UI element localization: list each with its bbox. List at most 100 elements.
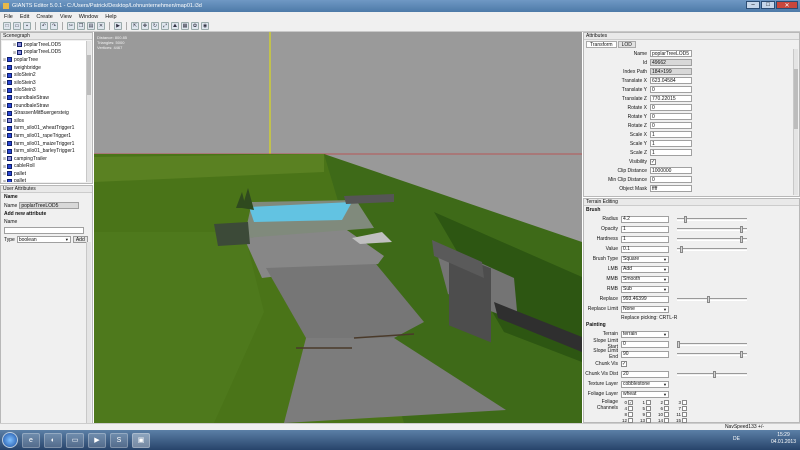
menu-edit[interactable]: Edit (20, 14, 29, 20)
chunk-vis-checkbox[interactable]: ✓ (621, 361, 627, 367)
explorer-folder-icon[interactable]: ▭ (66, 432, 84, 448)
rmb-select[interactable]: Sub ▼ (621, 285, 669, 293)
select-icon[interactable]: ⇱ (131, 22, 139, 30)
start-button-icon[interactable] (2, 432, 18, 448)
scenegraph-item[interactable]: ⊞ StrassenMitBuergersteig (2, 109, 86, 117)
attributes-scrollbar[interactable] (793, 49, 798, 195)
scenegraph-item[interactable]: ⊞ pallet (2, 178, 86, 182)
terrain-paint-icon[interactable]: ▦ (181, 22, 189, 30)
attribute-checkbox[interactable]: ✓ (650, 158, 656, 165)
attribute-value-field[interactable]: poplarTreeLOD5 (650, 50, 692, 57)
attribute-value-field[interactable]: 0 (650, 176, 692, 183)
new-attribute-name-input[interactable] (4, 227, 84, 234)
scrollbar-thumb[interactable] (794, 69, 798, 129)
scenegraph-tree[interactable]: ⊞ poplarTreeLOD5 ⊞ poplarTreeLOD5 ⊞ poplarTre… (2, 41, 86, 182)
scenegraph-item[interactable]: ⊞ siloStein3 (2, 79, 86, 87)
menu-file[interactable]: File (4, 14, 13, 20)
internet-explorer-icon[interactable]: e (22, 432, 40, 448)
foliage-channel-checkbox[interactable] (682, 399, 687, 405)
scenegraph-item[interactable]: ⊞ siloStein3 (2, 87, 86, 95)
menu-create[interactable]: Create (36, 14, 53, 20)
lmb-select[interactable]: Add ▼ (621, 265, 669, 273)
camera-icon[interactable]: ◉ (201, 22, 209, 30)
slider-knob[interactable] (713, 370, 717, 378)
scenegraph-item[interactable]: ⊞ farm_silo01_barleyTrigger1 (2, 147, 86, 155)
attribute-value-field[interactable]: 1 (650, 131, 692, 138)
foliage-channel-checkbox[interactable] (664, 417, 669, 423)
attribute-value-field[interactable]: 0 (650, 86, 692, 93)
menu-help[interactable]: Help (105, 14, 116, 20)
scenegraph-scrollbar[interactable] (86, 41, 91, 182)
foliage-channel-checkbox[interactable] (664, 411, 669, 417)
scenegraph-item[interactable]: ⊞ pallet (2, 170, 86, 178)
scenegraph-item[interactable]: ⊞ weighbridge (2, 64, 86, 72)
foliage-channel-checkbox[interactable] (664, 399, 669, 405)
minimize-icon[interactable]: – (746, 1, 760, 9)
replace-limit-select[interactable]: None ▼ (621, 305, 669, 313)
scenegraph-item[interactable]: ⊞ poplarTreeLOD5 (2, 41, 86, 49)
slider-knob[interactable] (677, 340, 680, 348)
foliage-layer-select[interactable]: wheat ▼ (621, 390, 669, 398)
attribute-value-field[interactable]: 1000000 (650, 167, 692, 174)
foliage-channel-checkbox[interactable] (628, 417, 633, 423)
chunk-vis-dist-slider[interactable] (677, 370, 747, 378)
scenegraph-item[interactable]: ⊞ farm_silo01_rapeTrigger1 (2, 132, 86, 140)
scenegraph-item[interactable]: ⊞ silos (2, 117, 86, 125)
replace-slider[interactable] (677, 295, 747, 303)
brush-value-input[interactable]: 0.1 (621, 245, 669, 253)
replace-input[interactable]: 993.46399 (621, 295, 669, 303)
cut-icon[interactable]: ✂ (67, 22, 75, 30)
scenegraph-item[interactable]: ⊞ campingTrailer (2, 155, 86, 163)
brush-slider[interactable] (677, 215, 747, 223)
open-folder-icon[interactable]: ▭ (13, 22, 21, 30)
terrain-sculpt-icon[interactable]: ⛰ (171, 22, 179, 30)
slope-start-slider[interactable] (677, 340, 747, 348)
undo-icon[interactable]: ↶ (40, 22, 48, 30)
attribute-value-field[interactable]: 0 (650, 113, 692, 120)
slider-knob[interactable] (739, 225, 743, 233)
redo-icon[interactable]: ↷ (50, 22, 58, 30)
brush-type-select[interactable]: Square ▼ (621, 255, 669, 263)
attribute-value-field[interactable]: 1 (650, 140, 692, 147)
scenegraph-item[interactable]: ⊞ farm_silo01_maizeTrigger1 (2, 140, 86, 148)
language-indicator[interactable]: DE (733, 436, 740, 442)
slider-knob[interactable] (680, 245, 684, 253)
media-player-icon[interactable]: ▶ (88, 432, 106, 448)
new-file-icon[interactable]: □ (3, 22, 11, 30)
play-icon[interactable]: ▶ (114, 22, 122, 30)
tab-transform[interactable]: Transform (586, 41, 617, 48)
move-icon[interactable]: ✥ (141, 22, 149, 30)
type-select[interactable]: boolean ▼ (16, 236, 71, 243)
foliage-channel-checkbox[interactable] (646, 399, 651, 405)
giants-editor-taskbar-icon[interactable]: ▣ (132, 432, 150, 448)
foliage-channel-checkbox[interactable] (682, 405, 687, 411)
menu-window[interactable]: Window (79, 14, 99, 20)
scrollbar-thumb[interactable] (87, 55, 91, 95)
foliage-channel-checkbox[interactable] (664, 405, 669, 411)
scenegraph-item[interactable]: ⊞ siloStein2 (2, 71, 86, 79)
3d-viewport[interactable]: Distance: 800.85 Triangles: 5000 Vertice… (94, 32, 582, 423)
scenegraph-item[interactable]: ⊞ poplarTree (2, 56, 86, 64)
foliage-channel-checkbox[interactable] (646, 405, 651, 411)
close-icon[interactable]: ✕ (776, 1, 798, 9)
foliage-channel-checkbox[interactable] (628, 405, 633, 411)
brush-slider[interactable] (677, 235, 747, 243)
attribute-value-field[interactable]: 0 (650, 104, 692, 111)
mmb-select[interactable]: Smooth ▼ (621, 275, 669, 283)
scenegraph-item[interactable]: ⊞ roundbaleStraw (2, 94, 86, 102)
slider-knob[interactable] (739, 235, 743, 243)
texture-layer-select[interactable]: cobblestone ▼ (621, 380, 669, 388)
system-clock[interactable]: 15:29 04.01.2013 (771, 432, 796, 446)
slope-end-slider[interactable] (677, 350, 747, 358)
skype-icon[interactable]: S (110, 432, 128, 448)
firefox-icon[interactable]: ◐ (44, 432, 62, 448)
scenegraph-item[interactable]: ⊞ roundbaleStraw (2, 102, 86, 110)
copy-icon[interactable]: ❐ (77, 22, 85, 30)
attribute-value-field[interactable]: ffff (650, 185, 692, 192)
scenegraph-item[interactable]: ⊞ farm_silo01_wheatTrigger1 (2, 125, 86, 133)
foliage-channel-checkbox[interactable] (646, 411, 651, 417)
slope-end-input[interactable]: 90 (621, 350, 669, 358)
brush-value-input[interactable]: 1 (621, 235, 669, 243)
slope-start-input[interactable]: 0 (621, 340, 669, 348)
attribute-value-field[interactable]: 623.04584 (650, 77, 692, 84)
